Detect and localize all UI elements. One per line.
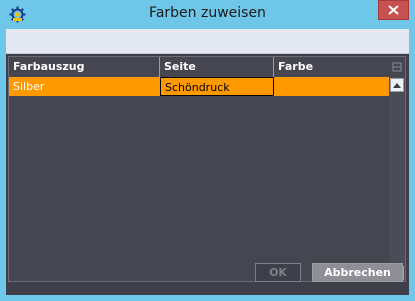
column-header-farbe[interactable]: Farbe [274,57,389,77]
vertical-scrollbar[interactable] [389,77,405,281]
scroll-up-button[interactable] [390,78,404,92]
close-icon [388,5,399,15]
column-header-seite[interactable]: Seite [160,57,274,77]
color-table: Farbauszug Seite Farbe Silber Schöndruck [8,56,406,282]
table-row[interactable]: Silber Schöndruck [9,77,389,96]
table-header: Farbauszug Seite Farbe [9,57,389,78]
dialog-content: Farbauszug Seite Farbe Silber Schöndruck [6,29,409,295]
arrow-up-icon [393,82,401,88]
close-button[interactable] [378,0,409,20]
window-title: Farben zuweisen [149,5,266,21]
column-header-farbauszug[interactable]: Farbauszug [9,57,160,77]
cell-seite-editor[interactable]: Schöndruck [160,77,274,96]
dialog-window: Farben zuweisen Farbauszug Seite Farbe S… [0,0,415,301]
table-corner-button[interactable] [389,57,405,78]
top-strip [6,29,409,54]
cell-farbe[interactable] [274,77,389,96]
column-settings-icon [392,62,402,72]
title-bar[interactable]: Farben zuweisen [0,0,415,29]
ok-button[interactable]: OK [255,263,301,282]
cancel-button[interactable]: Abbrechen [312,263,403,282]
cell-farbauszug[interactable]: Silber [9,77,160,96]
